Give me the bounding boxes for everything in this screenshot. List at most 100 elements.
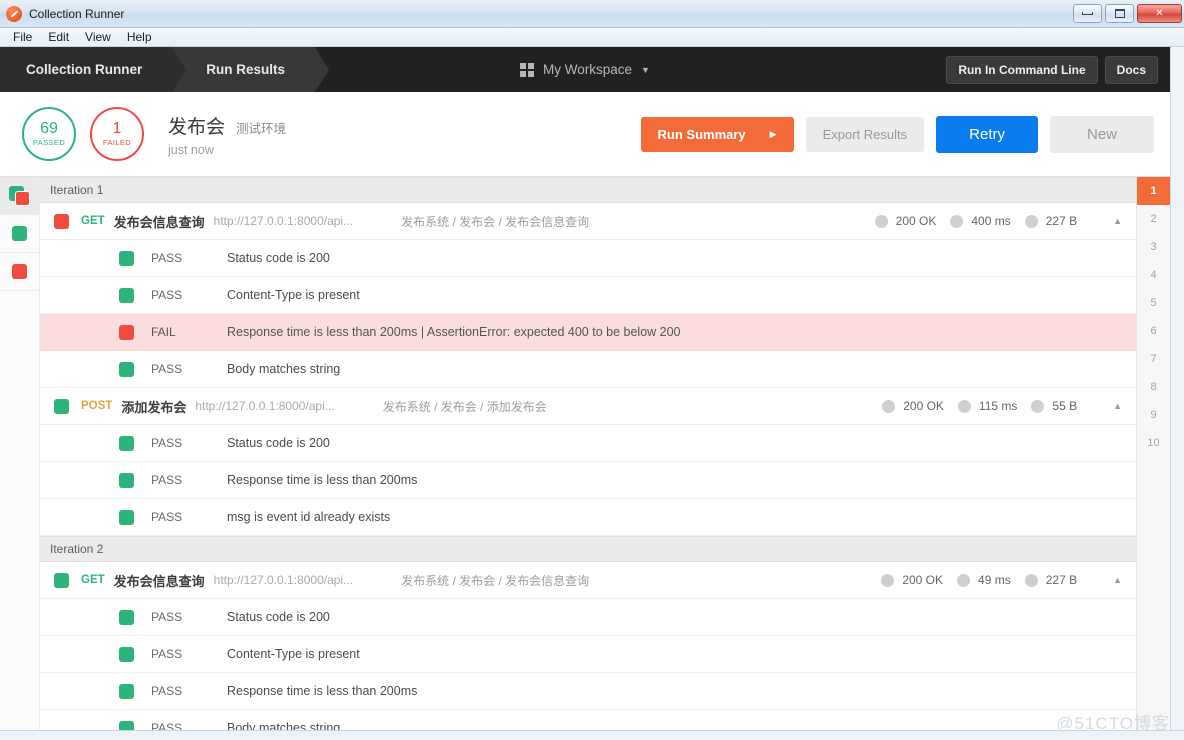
workspace-selector[interactable]: My Workspace ▼ [520,47,650,92]
size-dot-icon [1025,215,1038,228]
response-size-value: 227 B [1046,573,1077,587]
new-run-button[interactable]: New [1050,116,1154,153]
request-name: 发布会信息查询 [114,571,205,590]
status-dot-icon [875,215,888,228]
test-name: Status code is 200 [227,251,330,265]
collapse-chevron-icon[interactable]: ▲ [1113,575,1122,585]
request-status-icon [54,214,69,229]
play-icon: ▶ [770,130,777,139]
size-dot-icon [1025,574,1038,587]
filter-failed-button[interactable] [0,253,39,291]
runner-header: Collection Runner Run Results My Workspa… [0,47,1170,92]
test-name: Content-Type is present [227,288,360,302]
iteration-rail-item[interactable]: 7 [1137,345,1170,373]
iteration-header: Iteration 2 [40,536,1136,562]
iteration-rail-item[interactable]: 8 [1137,373,1170,401]
docs-button[interactable]: Docs [1105,56,1158,84]
menu-file[interactable]: File [6,29,39,45]
postman-logo-icon [6,6,22,22]
run-summary-button[interactable]: Run Summary ▶ [641,117,794,152]
response-size-stat: 55 B [1031,399,1077,413]
test-status-icon [119,325,134,340]
minimize-button[interactable] [1073,4,1102,23]
response-time-stat: 115 ms [958,399,1017,413]
passed-label: PASSED [33,138,65,147]
request-row[interactable]: GET发布会信息查询http://127.0.0.1:8000/api...发布… [40,562,1136,599]
iteration-rail-item[interactable]: 6 [1137,317,1170,345]
status-code-stat: 200 OK [881,573,943,587]
status-code-value: 200 OK [896,214,937,228]
tab-run-results[interactable]: Run Results [172,47,315,92]
status-dot-icon [881,574,894,587]
maximize-button[interactable] [1105,4,1134,23]
status-code-stat: 200 OK [882,399,944,413]
request-method: GET [81,215,105,227]
test-status-icon [119,610,134,625]
iteration-rail-item[interactable]: 3 [1137,233,1170,261]
test-result-row: PASSResponse time is less than 200ms [40,462,1136,499]
run-summary-label: Run Summary [658,128,746,141]
time-dot-icon [958,400,971,413]
status-dot-icon [882,400,895,413]
test-name: Content-Type is present [227,647,360,661]
request-status-icon [54,399,69,414]
iteration-header: Iteration 1 [40,177,1136,203]
iteration-rail-item[interactable]: 5 [1137,289,1170,317]
outer-horizontal-scrollbar[interactable] [0,730,1184,740]
request-stats: 200 OK 115 ms 55 B ▲ [882,399,1122,413]
workspace-label: My Workspace [543,62,632,77]
export-results-button[interactable]: Export Results [806,117,925,152]
collapse-chevron-icon[interactable]: ▲ [1113,401,1122,411]
response-time-value: 400 ms [971,214,1010,228]
request-row[interactable]: POST添加发布会http://127.0.0.1:8000/api...发布系… [40,388,1136,425]
filter-rail [0,177,40,730]
test-result-row: FAILResponse time is less than 200ms | A… [40,314,1136,351]
test-verdict: PASS [151,721,211,730]
test-verdict: PASS [151,647,211,661]
iteration-rail-item[interactable]: 1 [1137,177,1170,205]
grid-icon [520,63,534,77]
test-name: Body matches string [227,362,340,376]
test-status-icon [119,721,134,731]
filter-all-button[interactable] [0,177,39,215]
outer-vertical-scrollbar[interactable] [1170,47,1184,730]
header-actions: Run In Command Line Docs [946,47,1170,92]
iteration-rail-item[interactable]: 9 [1137,401,1170,429]
iteration-rail-item[interactable]: 10 [1137,429,1170,457]
close-button[interactable]: ✕ [1137,4,1182,23]
retry-button[interactable]: Retry [936,116,1038,153]
run-summary-bar: 69 PASSED 1 FAILED 发布会 测试环境 just now Run… [0,92,1170,177]
test-verdict: PASS [151,251,211,265]
runner-body: Iteration 1 GET 发布会信息查询 http://127.0.0.1:80… [0,177,1170,730]
iteration-rail: 12345678910 [1136,177,1170,730]
test-status-icon [119,436,134,451]
request-method: POST [81,400,112,412]
collapse-chevron-icon[interactable]: ▲ [1113,216,1122,226]
menu-view[interactable]: View [78,29,118,45]
menu-edit[interactable]: Edit [41,29,76,45]
request-url: http://127.0.0.1:8000/api... [214,573,353,587]
passed-count: 69 [40,121,58,138]
window-titlebar: Collection Runner ✕ [0,0,1184,28]
iteration-rail-item[interactable]: 2 [1137,205,1170,233]
tab-collection-runner[interactable]: Collection Runner [0,47,172,92]
filter-passed-button[interactable] [0,215,39,253]
test-status-icon [119,251,134,266]
test-result-row: PASSResponse time is less than 200ms [40,673,1136,710]
iteration-rail-item[interactable]: 4 [1137,261,1170,289]
passed-stat: 69 PASSED [22,107,76,161]
response-time-value: 115 ms [979,399,1017,413]
size-dot-icon [1031,400,1044,413]
environment-name: 测试环境 [236,118,286,137]
test-result-row: PASSStatus code is 200 [40,599,1136,636]
request-name: 发布会信息查询 [114,212,205,231]
window-title: Collection Runner [29,7,1073,21]
test-verdict: PASS [151,510,211,524]
request-row[interactable]: GET发布会信息查询http://127.0.0.1:8000/api...发布… [40,203,1136,240]
results-panel: Iteration 1 GET 发布会信息查询 http://127.0.0.1:80… [40,177,1136,730]
results-scroll-area[interactable]: Iteration 1 GET 发布会信息查询 http://127.0.0.1:80… [40,177,1136,730]
menu-help[interactable]: Help [120,29,159,45]
run-in-command-line-button[interactable]: Run In Command Line [946,56,1097,84]
response-size-value: 227 B [1046,214,1077,228]
passed-filter-icon [12,226,27,241]
